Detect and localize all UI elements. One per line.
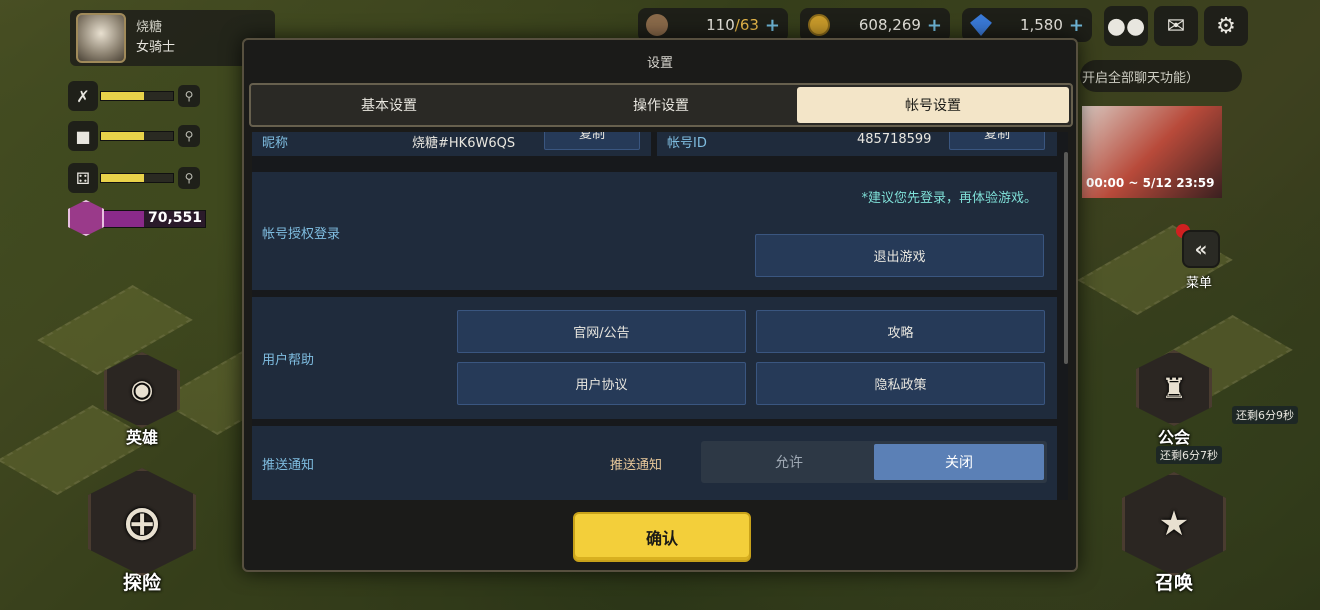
guild-label: 公会 xyxy=(1157,428,1190,447)
official-site-button[interactable]: 官网/公告 xyxy=(457,310,746,353)
tab-control-settings[interactable]: 操作设置 xyxy=(525,87,797,123)
drink-bar xyxy=(100,131,174,141)
stat-row-food: ✗ ⚲ xyxy=(68,81,204,111)
settings-button[interactable]: ⚙ xyxy=(1204,6,1248,46)
stamina-value: 110 xyxy=(706,16,735,34)
avatar[interactable] xyxy=(76,13,126,63)
guild-timer: 还剩6分9秒 xyxy=(1232,406,1298,424)
food-bar xyxy=(100,91,174,101)
gem-plus-icon[interactable]: + xyxy=(1069,15,1084,36)
guild-button[interactable]: ♜ 公会 xyxy=(1136,350,1212,448)
gold-plus-icon[interactable]: + xyxy=(927,15,942,36)
user-agreement-button[interactable]: 用户协议 xyxy=(457,362,746,405)
player-name: 烧糖 xyxy=(136,20,163,35)
castle-icon: ♜ xyxy=(1136,350,1212,426)
chat-hint: 开启全部聊天功能） xyxy=(1080,60,1242,92)
scrollbar[interactable] xyxy=(1064,152,1068,364)
stamina-pill[interactable]: 110/63 + xyxy=(638,8,788,42)
event-banner[interactable]: 00:00 ~ 5/12 23:59 xyxy=(1082,106,1222,198)
modal-title: 设置 xyxy=(646,56,673,71)
account-id-value: 485718599 xyxy=(857,132,932,147)
settings-tabs: 基本设置 操作设置 帐号设置 xyxy=(249,83,1073,127)
chat-icon: ●● xyxy=(1106,13,1146,39)
fork-knife-icon: ✗ xyxy=(68,81,98,111)
summon-button[interactable]: ★ 召唤 xyxy=(1122,472,1226,595)
push-label: 推送通知 xyxy=(262,458,315,473)
confirm-button[interactable]: 确认 xyxy=(573,512,751,562)
diamond-icon xyxy=(970,14,992,36)
guild-timer-2: 还剩6分7秒 xyxy=(1156,446,1222,464)
guide-button[interactable]: 攻略 xyxy=(756,310,1045,353)
magnifier-icon[interactable]: ⚲ xyxy=(178,167,200,189)
crosshair-icon: ⨁ xyxy=(88,468,196,576)
double-chevron-left-icon: « xyxy=(1194,237,1208,261)
chat-button[interactable]: ●● xyxy=(1104,6,1148,46)
mail-icon: ✉ xyxy=(1166,13,1186,39)
account-id-panel: 帐号ID 485718599 复制 xyxy=(657,132,1057,156)
event-time: 00:00 ~ 5/12 23:59 xyxy=(1086,176,1215,190)
user-help-label: 用户帮助 xyxy=(262,353,315,368)
stat-row-drink: ■ ⚲ xyxy=(68,121,204,151)
user-help-section: 用户帮助 官网/公告 攻略 用户协议 隐私政策 xyxy=(252,297,1057,419)
dice-icon: ⚃ xyxy=(68,163,98,193)
robot-icon: ◉ xyxy=(104,352,180,428)
tab-account-settings[interactable]: 帐号设置 xyxy=(797,87,1069,123)
tab-basic-settings[interactable]: 基本设置 xyxy=(253,87,525,123)
stat-row-dice: ⚃ ⚲ xyxy=(68,163,204,193)
nickname-panel: 昵称 烧糖#HK6W6QS 复制 xyxy=(252,132,651,156)
heroes-button[interactable]: ◉ 英雄 xyxy=(104,352,180,448)
cup-icon: ■ xyxy=(68,121,98,151)
settings-modal: 设置 基本设置 操作设置 帐号设置 昵称 烧糖#HK6W6QS 复制 帐号ID … xyxy=(242,38,1078,572)
menu-button[interactable]: « xyxy=(1182,230,1220,268)
gem-points-value: 70,551 xyxy=(147,210,202,226)
nickname-label: 昵称 xyxy=(262,136,289,151)
privacy-policy-button[interactable]: 隐私政策 xyxy=(756,362,1045,405)
push-sub-label: 推送通知 xyxy=(610,458,663,473)
stamina-plus-icon[interactable]: + xyxy=(765,15,780,36)
id-row: 昵称 烧糖#HK6W6QS 复制 帐号ID 485718599 复制 xyxy=(252,132,1057,156)
gold-value: 608,269 xyxy=(858,16,921,34)
push-toggle: 允许 关闭 xyxy=(701,441,1047,483)
copy-account-id-button[interactable]: 复制 xyxy=(949,132,1045,150)
stamina-max: /63 xyxy=(734,16,759,34)
mail-button[interactable]: ✉ xyxy=(1154,6,1198,46)
push-section: 推送通知 推送通知 允许 关闭 xyxy=(252,426,1057,500)
star-box-icon: ★ xyxy=(1122,472,1226,576)
push-allow-option[interactable]: 允许 xyxy=(704,444,874,480)
gem-points: 70,551 xyxy=(68,200,206,236)
coffee-icon xyxy=(646,14,668,36)
login-notice: *建议您先登录，再体验游戏。 xyxy=(861,191,1037,206)
gold-coin-icon xyxy=(808,14,830,36)
gold-pill[interactable]: 608,269 + xyxy=(800,8,950,42)
explore-button[interactable]: ⨁ 探险 xyxy=(88,468,196,595)
account-login-label: 帐号授权登录 xyxy=(262,227,341,242)
push-off-option[interactable]: 关闭 xyxy=(874,444,1044,480)
nickname-value: 烧糖#HK6W6QS xyxy=(412,136,516,151)
account-login-section: 帐号授权登录 *建议您先登录，再体验游戏。 退出游戏 xyxy=(252,172,1057,290)
dice-bar xyxy=(100,173,174,183)
settings-content[interactable]: 昵称 烧糖#HK6W6QS 复制 帐号ID 485718599 复制 帐号授权登… xyxy=(252,132,1068,500)
heart-gem-icon xyxy=(68,200,104,236)
copy-nickname-button[interactable]: 复制 xyxy=(544,132,640,150)
gem-value: 1,580 xyxy=(1019,16,1063,34)
menu-label: 菜单 xyxy=(1186,276,1213,291)
gem-pill[interactable]: 1,580 + xyxy=(962,8,1092,42)
logout-button[interactable]: 退出游戏 xyxy=(755,234,1044,277)
gear-icon: ⚙ xyxy=(1216,13,1236,39)
magnifier-icon[interactable]: ⚲ xyxy=(178,85,200,107)
account-id-label: 帐号ID xyxy=(667,136,707,151)
magnifier-icon[interactable]: ⚲ xyxy=(178,125,200,147)
player-class: 女骑士 xyxy=(136,40,176,55)
